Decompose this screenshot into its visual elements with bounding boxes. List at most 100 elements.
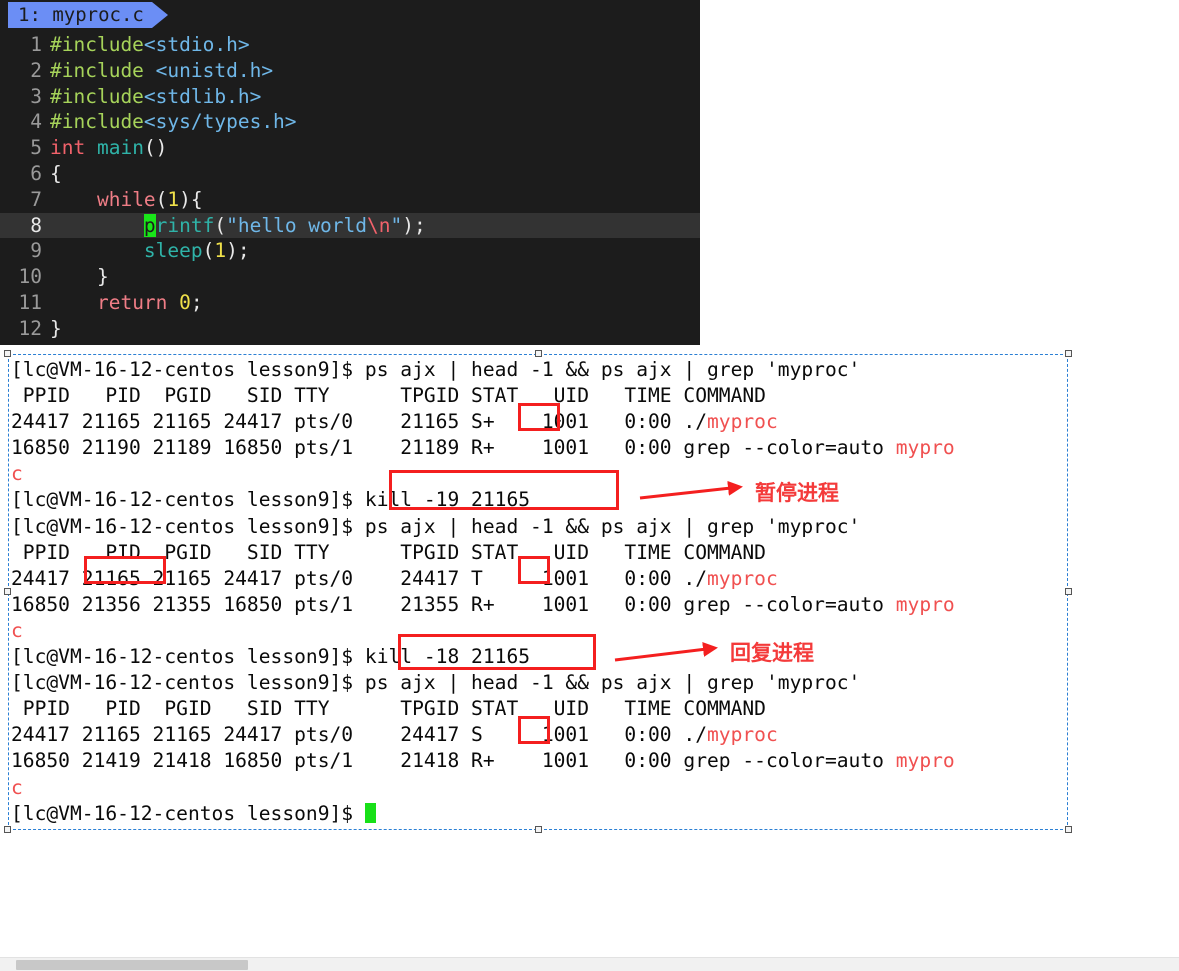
terminal-line: PPID PID PGID SID TTY TPGID STAT UID TIM… bbox=[11, 540, 1065, 566]
terminal-output[interactable]: [lc@VM-16-12-centos lesson9]$ ps ajx | h… bbox=[11, 357, 1065, 827]
code-editor-pane[interactable]: 1: myproc.c 1 #include<stdio.h> 2 #include … bbox=[0, 0, 700, 345]
text-cursor: p bbox=[143, 213, 156, 237]
terminal-line: c bbox=[11, 775, 1065, 801]
code-token: return bbox=[96, 290, 180, 314]
code-line[interactable]: 9 sleep(1); bbox=[0, 238, 700, 264]
terminal-text: [lc@VM-16-12-centos lesson9]$ kill -18 2… bbox=[11, 645, 531, 669]
terminal-text: 24417 21165 21165 24417 pts/0 24417 T 10… bbox=[11, 566, 707, 590]
terminal-line: [lc@VM-16-12-centos lesson9]$ kill -19 2… bbox=[11, 487, 1065, 513]
terminal-line: [lc@VM-16-12-centos lesson9]$ ps ajx | h… bbox=[11, 670, 1065, 696]
code-token: \n bbox=[367, 213, 391, 237]
terminal-text: 16850 21190 21189 16850 pts/1 21189 R+ 1… bbox=[11, 436, 896, 460]
terminal-cursor bbox=[364, 802, 376, 823]
terminal-text: 24417 21165 21165 24417 pts/0 24417 S 10… bbox=[11, 723, 707, 747]
code-line[interactable]: 11 return 0; bbox=[0, 290, 700, 316]
line-number: 11 bbox=[18, 290, 42, 314]
line-number: 3 bbox=[30, 84, 42, 108]
terminal-text: [lc@VM-16-12-centos lesson9]$ ps ajx | h… bbox=[11, 514, 861, 538]
line-number: 9 bbox=[30, 239, 42, 263]
code-token: #include bbox=[50, 33, 144, 56]
code-token: sleep bbox=[143, 239, 203, 263]
line-number: 2 bbox=[30, 58, 42, 82]
code-line[interactable]: 10 } bbox=[0, 264, 700, 290]
terminal-text: c bbox=[11, 775, 23, 799]
code-token: <unistd.h> bbox=[155, 58, 274, 82]
code-token: 1 bbox=[167, 187, 180, 211]
resize-handle-middle-left[interactable] bbox=[4, 588, 11, 595]
code-token: <stdio.h> bbox=[143, 33, 250, 56]
terminal-text: c bbox=[11, 462, 23, 486]
code-token: { bbox=[50, 161, 62, 185]
code-token: #include bbox=[50, 110, 144, 134]
line-number: 12 bbox=[18, 316, 42, 340]
terminal-line: 24417 21165 21165 24417 pts/0 24417 T 10… bbox=[11, 566, 1065, 592]
line-number: 5 bbox=[30, 136, 42, 160]
code-line[interactable]: 5 int main() bbox=[0, 135, 700, 161]
terminal-text: [lc@VM-16-12-centos lesson9]$ kill -19 2… bbox=[11, 488, 531, 512]
terminal-text: myproc bbox=[707, 410, 778, 434]
terminal-text: PPID PID PGID SID TTY TPGID STAT UID TIM… bbox=[11, 697, 766, 721]
terminal-text: [lc@VM-16-12-centos lesson9]$ ps ajx | h… bbox=[11, 358, 861, 381]
terminal-line: [lc@VM-16-12-centos lesson9]$ ps ajx | h… bbox=[11, 357, 1065, 383]
terminal-text: 16850 21419 21418 16850 pts/1 21418 R+ 1… bbox=[11, 749, 896, 773]
code-token: int bbox=[50, 136, 97, 160]
tab-chevron-icon bbox=[152, 2, 168, 28]
terminal-text: myproc bbox=[707, 566, 778, 590]
code-token: ( bbox=[214, 213, 227, 237]
code-line[interactable]: 1 #include<stdio.h> bbox=[0, 32, 700, 58]
line-number: 6 bbox=[30, 161, 42, 185]
code-line[interactable]: 12} bbox=[0, 316, 700, 342]
editor-tab-bar: 1: myproc.c bbox=[0, 0, 700, 30]
code-token: } bbox=[50, 316, 62, 340]
terminal-screenshot-object[interactable]: [lc@VM-16-12-centos lesson9]$ ps ajx | h… bbox=[4, 350, 1072, 833]
code-line[interactable]: 2 #include <unistd.h> bbox=[0, 58, 700, 84]
code-line[interactable]: 6{ bbox=[0, 161, 700, 187]
resize-handle-top-left[interactable] bbox=[4, 350, 11, 357]
line-number: 8 bbox=[30, 213, 42, 237]
horizontal-scrollbar[interactable] bbox=[0, 957, 1179, 971]
code-line[interactable]: 8 printf("hello world\n"); bbox=[0, 212, 700, 239]
code-token: #include bbox=[50, 58, 156, 82]
resize-handle-top-center[interactable] bbox=[535, 350, 542, 357]
code-token: rintf bbox=[155, 213, 215, 237]
terminal-line: [lc@VM-16-12-centos lesson9]$ kill -18 2… bbox=[11, 644, 1065, 670]
resize-handle-middle-right[interactable] bbox=[1065, 588, 1072, 595]
code-token: while bbox=[96, 187, 156, 211]
terminal-line: 16850 21356 21355 16850 pts/1 21355 R+ 1… bbox=[11, 592, 1065, 618]
editor-tab-myproc-c[interactable]: 1: myproc.c bbox=[8, 2, 152, 28]
resize-handle-bottom-left[interactable] bbox=[4, 826, 11, 833]
line-number: 1 bbox=[30, 33, 42, 56]
code-token: ); bbox=[402, 213, 426, 237]
terminal-line: [lc@VM-16-12-centos lesson9]$ ps ajx | h… bbox=[11, 514, 1065, 540]
resize-handle-top-right[interactable] bbox=[1065, 350, 1072, 357]
resize-handle-bottom-right[interactable] bbox=[1065, 826, 1072, 833]
terminal-text: mypro bbox=[895, 436, 955, 460]
terminal-text: 16850 21356 21355 16850 pts/1 21355 R+ 1… bbox=[11, 592, 896, 616]
horizontal-scrollbar-thumb[interactable] bbox=[16, 960, 248, 970]
line-number: 7 bbox=[30, 187, 42, 211]
code-token: } bbox=[50, 265, 109, 289]
terminal-line: [lc@VM-16-12-centos lesson9]$ bbox=[11, 801, 1065, 827]
terminal-line: 24417 21165 21165 24417 pts/0 21165 S+ 1… bbox=[11, 409, 1065, 435]
terminal-line: 16850 21419 21418 16850 pts/1 21418 R+ 1… bbox=[11, 748, 1065, 774]
terminal-text: PPID PID PGID SID TTY TPGID STAT UID TIM… bbox=[11, 540, 766, 564]
code-line[interactable]: 4 #include<sys/types.h> bbox=[0, 109, 700, 135]
code-token: ; bbox=[190, 290, 203, 314]
terminal-line: PPID PID PGID SID TTY TPGID STAT UID TIM… bbox=[11, 696, 1065, 722]
code-line[interactable]: 3 #include<stdlib.h> bbox=[0, 84, 700, 110]
code-token: () bbox=[143, 136, 168, 160]
terminal-text: myproc bbox=[707, 723, 778, 747]
code-content[interactable]: 1 #include<stdio.h> 2 #include <unistd.h> 3 #… bbox=[0, 30, 700, 342]
terminal-line: c bbox=[11, 461, 1065, 487]
terminal-text: c bbox=[11, 618, 23, 642]
terminal-line: 24417 21165 21165 24417 pts/0 24417 S 10… bbox=[11, 722, 1065, 748]
code-line[interactable]: 7 while(1){ bbox=[0, 187, 700, 213]
code-token: 1 bbox=[214, 239, 227, 263]
code-token: <sys/types.h> bbox=[143, 110, 297, 134]
terminal-text: [lc@VM-16-12-centos lesson9]$ ps ajx | h… bbox=[11, 671, 861, 695]
terminal-text: [lc@VM-16-12-centos lesson9]$ bbox=[11, 801, 365, 825]
resize-handle-bottom-center[interactable] bbox=[535, 826, 542, 833]
